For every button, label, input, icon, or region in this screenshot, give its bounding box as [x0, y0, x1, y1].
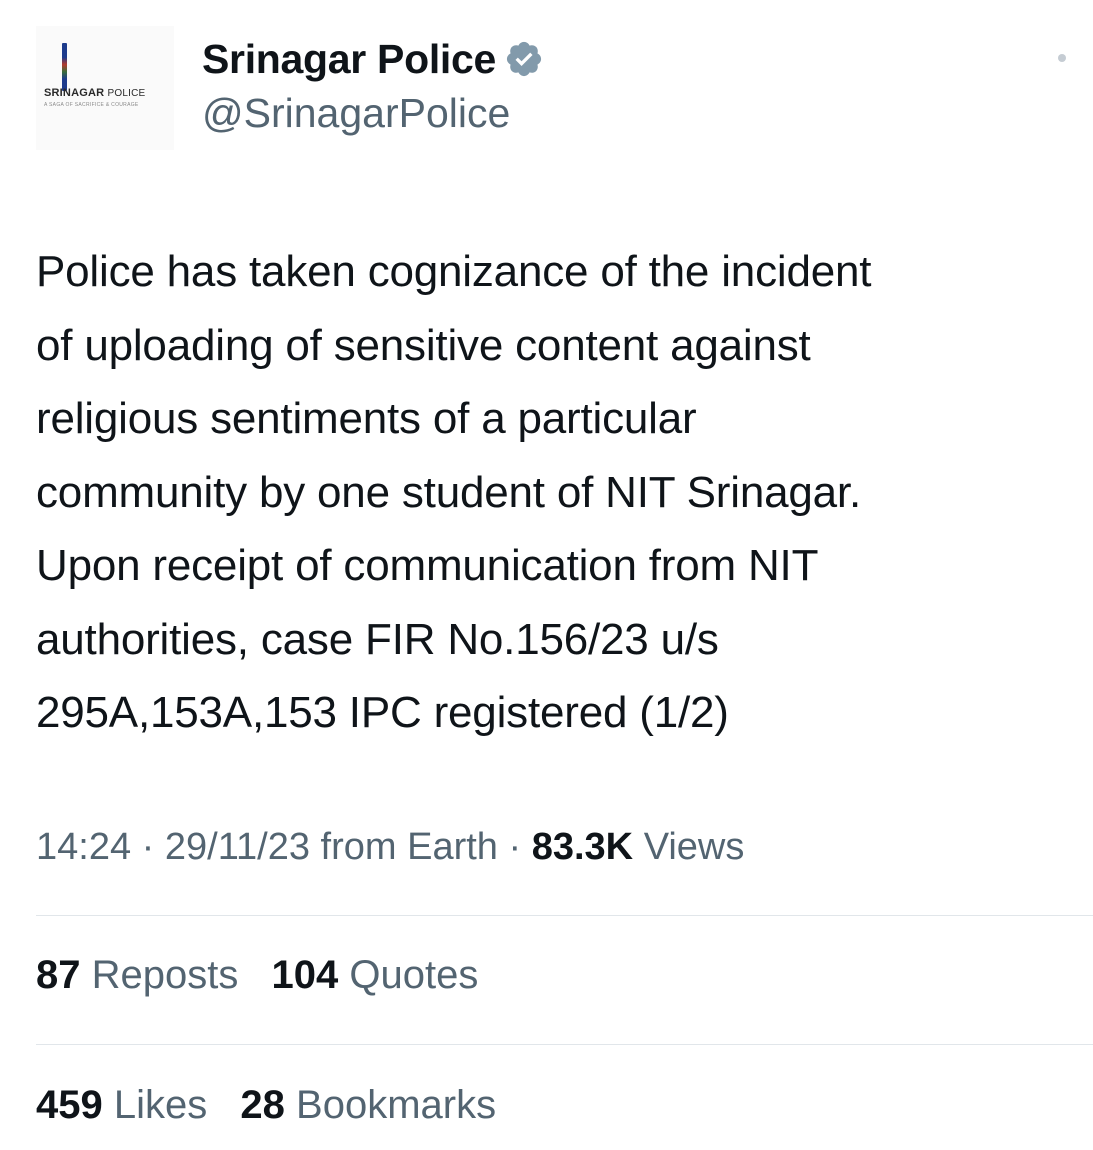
tweet-line: religious sentiments of a particular: [36, 394, 697, 443]
meta-separator: ·: [508, 826, 522, 868]
tweet-line: Police has taken cognizance of the incid…: [36, 247, 872, 296]
views-count: 83.3K: [531, 826, 634, 868]
more-options-icon[interactable]: [1058, 54, 1066, 62]
meta-separator: ·: [141, 826, 155, 868]
engagement-row-2: 459 Likes 28 Bookmarks: [36, 1083, 518, 1128]
likes-stat[interactable]: 459 Likes: [36, 1083, 207, 1128]
divider: [36, 1044, 1093, 1045]
display-name[interactable]: Srinagar Police: [202, 36, 496, 83]
bookmarks-count: 28: [240, 1083, 285, 1127]
tweet-line: of uploading of sensitive content agains…: [36, 320, 811, 370]
tweet-time[interactable]: 14:24: [36, 826, 131, 868]
reposts-label: Reposts: [91, 953, 239, 997]
engagement-row-1: 87 Reposts 104 Quotes: [36, 953, 500, 998]
avatar-logo-light: POLICE: [107, 88, 146, 99]
quotes-count: 104: [271, 953, 339, 997]
tweet-header: SRINAGAR POLICE A SAGA OF SACRIFICE & CO…: [36, 26, 1066, 156]
avatar-tagline: A SAGA OF SACRIFICE & COURAGE: [44, 102, 139, 108]
bookmarks-stat[interactable]: 28 Bookmarks: [240, 1083, 496, 1128]
avatar-logo-bold: SRINAGAR: [44, 87, 105, 99]
avatar[interactable]: SRINAGAR POLICE A SAGA OF SACRIFICE & CO…: [36, 26, 174, 150]
likes-label: Likes: [113, 1083, 208, 1127]
tweet-meta: 14:24 · 29/11/23 from Earth · 83.3K View…: [36, 826, 744, 869]
tweet-text: Police has taken cognizance of the incid…: [36, 235, 1086, 750]
tweet-line: community by one student of NIT Srinagar…: [36, 467, 861, 517]
divider: [36, 915, 1093, 916]
reposts-count: 87: [36, 953, 81, 997]
reposts-stat[interactable]: 87 Reposts: [36, 953, 238, 998]
quotes-stat[interactable]: 104 Quotes: [272, 953, 479, 998]
views-label: Views: [643, 826, 745, 868]
tweet-date[interactable]: 29/11/23: [165, 826, 310, 868]
logo-flag-icon: [62, 43, 67, 91]
tweet-source: from Earth: [320, 826, 498, 868]
account-handle[interactable]: @SrinagarPolice: [202, 90, 510, 137]
tweet-line: authorities, case FIR No.156/23 u/s: [36, 614, 719, 664]
tweet-line: 295A,153A,153 IPC registered (1/2): [36, 688, 729, 737]
likes-count: 459: [36, 1083, 103, 1127]
tweet-line: Upon receipt of communication from NIT: [36, 541, 819, 590]
avatar-logo-text: SRINAGAR POLICE: [44, 87, 145, 99]
quotes-label: Quotes: [349, 953, 479, 997]
verified-badge-icon: [506, 41, 542, 77]
bookmarks-label: Bookmarks: [296, 1083, 497, 1127]
name-row: Srinagar Police: [202, 34, 544, 84]
